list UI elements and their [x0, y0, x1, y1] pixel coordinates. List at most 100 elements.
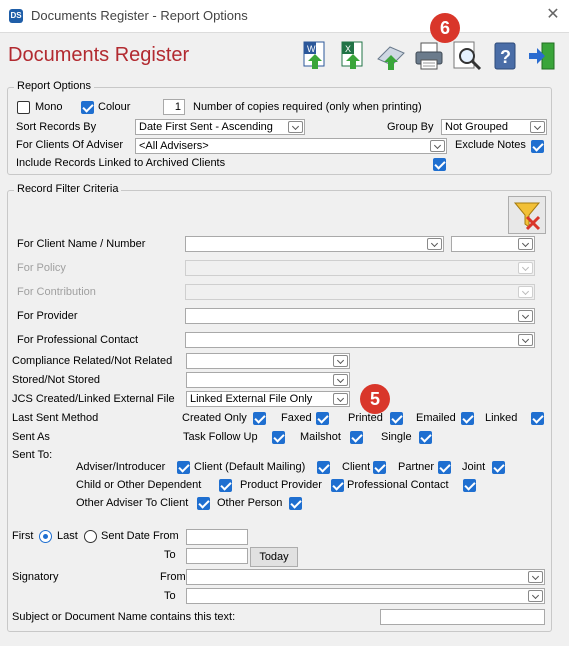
- callout-badge-5: 5: [360, 384, 390, 414]
- stored-select[interactable]: [186, 372, 350, 388]
- method-faxed-label: Faxed: [281, 412, 312, 424]
- chevron-down-icon: [528, 590, 543, 602]
- client-name-select[interactable]: [185, 236, 444, 252]
- signatory-to-label: To: [164, 590, 176, 602]
- search-icon[interactable]: [449, 38, 483, 72]
- professional-contact-select[interactable]: [185, 332, 535, 348]
- clear-filter-button[interactable]: [508, 196, 546, 234]
- method-faxed-checkbox[interactable]: [316, 412, 329, 425]
- contribution-label: For Contribution: [17, 286, 96, 298]
- contribution-select[interactable]: [185, 284, 535, 300]
- jcs-select[interactable]: Linked External File Only: [186, 391, 350, 407]
- last-radio[interactable]: [84, 530, 97, 543]
- compliance-label: Compliance Related/Not Related: [12, 355, 173, 367]
- sent-to-joint-label: Joint: [462, 461, 486, 473]
- professional-contact-label: For Professional Contact: [17, 334, 139, 346]
- signatory-from-select[interactable]: [186, 569, 545, 585]
- sent-to-child-checkbox[interactable]: [219, 479, 232, 492]
- method-linked-checkbox[interactable]: [531, 412, 544, 425]
- sent-to-other-adviser-label: Other Adviser To Client: [76, 497, 189, 509]
- sent-to-joint-checkbox[interactable]: [492, 461, 505, 474]
- sent-to-other-person-checkbox[interactable]: [289, 497, 302, 510]
- include-archived-label: Include Records Linked to Archived Clien…: [16, 157, 226, 169]
- sent-to-product-provider-checkbox[interactable]: [331, 479, 344, 492]
- method-printed-checkbox[interactable]: [390, 412, 403, 425]
- provider-label: For Provider: [17, 310, 78, 322]
- clients-of-adviser-select[interactable]: <All Advisers>: [135, 138, 447, 154]
- callout-badge-6: 6: [430, 13, 460, 43]
- sent-to-adviser-checkbox[interactable]: [177, 461, 190, 474]
- sent-to-child-label: Child or Other Dependent: [76, 479, 202, 491]
- sent-to-adviser-label: Adviser/Introducer: [76, 461, 166, 473]
- print-preview-icon[interactable]: [373, 38, 407, 72]
- chevron-down-icon: [518, 286, 533, 298]
- chevron-down-icon: [430, 140, 445, 152]
- subject-input[interactable]: [380, 609, 545, 625]
- printer-icon[interactable]: [411, 38, 445, 72]
- sent-to-partner-checkbox[interactable]: [438, 461, 451, 474]
- sent-to-other-adviser-checkbox[interactable]: [197, 497, 210, 510]
- sent-to-partner-label: Partner: [398, 461, 435, 473]
- last-label: Last: [57, 530, 78, 542]
- svg-text:X: X: [345, 44, 351, 54]
- signatory-to-select[interactable]: [186, 588, 545, 604]
- sent-date-from-label: Sent Date From: [101, 530, 179, 542]
- copies-input[interactable]: 1: [163, 99, 185, 115]
- close-icon[interactable]: ✕: [543, 5, 563, 25]
- chevron-down-icon: [288, 121, 303, 133]
- first-label: First: [12, 530, 34, 542]
- sort-value: Date First Sent - Ascending: [139, 121, 273, 133]
- today-button[interactable]: Today: [250, 547, 298, 567]
- first-radio[interactable]: [39, 530, 52, 543]
- sent-to-client-label: Client: [342, 461, 371, 473]
- method-created-only-checkbox[interactable]: [253, 412, 266, 425]
- sent-as-single-checkbox[interactable]: [419, 431, 432, 444]
- compliance-select[interactable]: [186, 353, 350, 369]
- chevron-down-icon: [333, 374, 348, 386]
- svg-text:?: ?: [500, 47, 511, 67]
- method-emailed-checkbox[interactable]: [461, 412, 474, 425]
- svg-text:W: W: [307, 44, 316, 54]
- sent-to-professional-contact-label: Professional Contact: [347, 479, 449, 491]
- sort-label: Sort Records By: [16, 121, 97, 133]
- exit-icon[interactable]: [525, 38, 559, 72]
- colour-label: Colour: [98, 101, 131, 113]
- include-archived-checkbox[interactable]: [433, 158, 446, 171]
- sent-as-mailshot-checkbox[interactable]: [350, 431, 363, 444]
- colour-checkbox[interactable]: [81, 101, 94, 114]
- clear-filter-icon: [513, 202, 541, 231]
- sent-date-from-input[interactable]: [186, 529, 248, 545]
- exclude-notes-checkbox[interactable]: [531, 140, 544, 153]
- sent-as-task-label: Task Follow Up: [183, 431, 258, 443]
- chevron-down-icon: [530, 121, 545, 133]
- method-emailed-label: Emailed: [416, 412, 456, 424]
- sent-as-task-checkbox[interactable]: [272, 431, 285, 444]
- sent-to-client-default-checkbox[interactable]: [317, 461, 330, 474]
- title-bar: DS Documents Register - Report Options ✕: [0, 0, 569, 32]
- sent-to-client-checkbox[interactable]: [373, 461, 386, 474]
- sent-to-professional-contact-checkbox[interactable]: [463, 479, 476, 492]
- mono-checkbox[interactable]: [17, 101, 30, 114]
- group-by-select[interactable]: Not Grouped: [441, 119, 547, 135]
- signatory-label: Signatory: [12, 571, 59, 583]
- policy-select[interactable]: [185, 260, 535, 276]
- sent-to-client-default-label: Client (Default Mailing): [194, 461, 306, 473]
- mono-label: Mono: [35, 101, 63, 113]
- jcs-value: Linked External File Only: [190, 393, 313, 405]
- signatory-from-label: From: [160, 571, 186, 583]
- exclude-notes-label: Exclude Notes: [455, 139, 526, 151]
- chevron-down-icon: [528, 571, 543, 583]
- sent-to-other-person-label: Other Person: [217, 497, 283, 509]
- stored-label: Stored/Not Stored: [12, 374, 101, 386]
- policy-label: For Policy: [17, 262, 66, 274]
- provider-select[interactable]: [185, 308, 535, 324]
- sort-select[interactable]: Date First Sent - Ascending: [135, 119, 305, 135]
- client-number-select[interactable]: [451, 236, 535, 252]
- chevron-down-icon: [518, 334, 533, 346]
- sent-date-to-input[interactable]: [186, 548, 248, 564]
- help-icon[interactable]: ?: [487, 38, 521, 72]
- excel-export-icon[interactable]: X: [335, 38, 369, 72]
- word-export-icon[interactable]: W: [297, 38, 331, 72]
- group-by-label: Group By: [387, 121, 434, 133]
- method-created-only-label: Created Only: [182, 412, 247, 424]
